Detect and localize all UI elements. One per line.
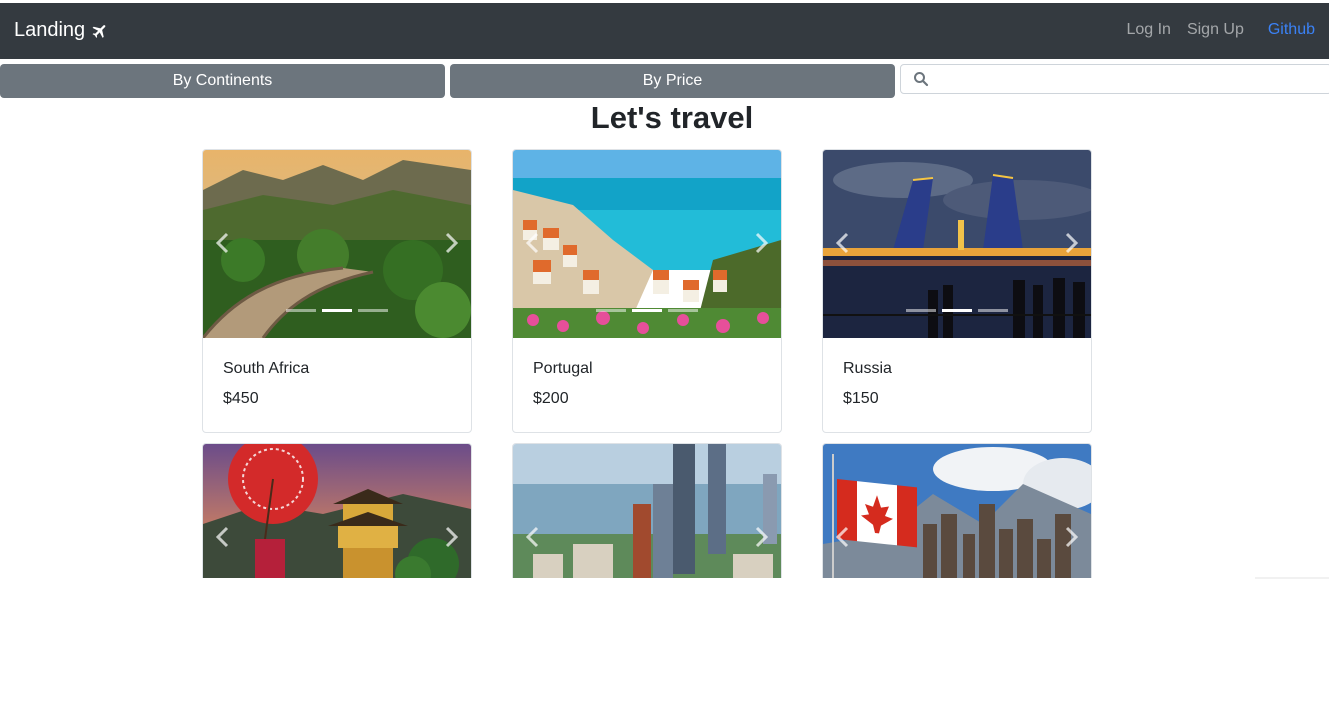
by-continents-button[interactable]: By Continents [0,64,445,98]
destination-card[interactable]: Portugal $200 [512,149,782,433]
carousel-indicator-active[interactable] [322,309,352,312]
carousel-prev-icon[interactable] [215,526,231,548]
card-body: Portugal $200 [533,360,593,408]
carousel-next-icon[interactable] [753,526,769,548]
carousel-prev-icon[interactable] [835,526,851,548]
divider [1255,577,1329,579]
carousel-indicator[interactable] [906,309,936,312]
carousel-indicators [286,309,388,312]
plane-icon [92,24,106,38]
navbar: Landing Log In Sign Up Github [0,3,1329,59]
carousel-prev-icon[interactable] [215,232,231,254]
carousel-indicator[interactable] [596,309,626,312]
card-body: Russia $150 [843,360,892,408]
login-link[interactable]: Log In [1126,21,1170,39]
carousel-indicators [596,309,698,312]
carousel-prev-icon[interactable] [835,232,851,254]
carousel-prev-icon[interactable] [525,526,541,548]
carousel-indicators [906,309,1008,312]
carousel-indicator-active[interactable] [942,309,972,312]
card-carousel [513,150,781,338]
carousel-next-icon[interactable] [753,232,769,254]
brand-link[interactable]: Landing [14,19,109,42]
destination-card[interactable]: Russia $150 [822,149,1092,433]
carousel-next-icon[interactable] [443,232,459,254]
card-price: $150 [843,390,879,407]
carousel-indicator[interactable] [668,309,698,312]
by-price-button[interactable]: By Price [450,64,895,98]
card-title: Portugal [533,360,593,377]
carousel-next-icon[interactable] [443,526,459,548]
carousel-indicator[interactable] [358,309,388,312]
carousel-prev-icon[interactable] [525,232,541,254]
card-carousel [203,150,471,338]
card-price: $450 [223,390,259,407]
brand-label: Landing [14,19,86,41]
card-carousel [823,150,1091,338]
viewport-cutoff [0,578,1329,727]
nav-links: Log In Sign Up Github [1126,21,1315,39]
card-price: $200 [533,390,569,407]
carousel-next-icon[interactable] [1063,526,1079,548]
carousel-indicator-active[interactable] [632,309,662,312]
card-body: South Africa $450 [223,360,309,408]
card-title: South Africa [223,360,310,377]
carousel-indicator[interactable] [978,309,1008,312]
card-title: Russia [843,360,892,377]
page-title: Let's travel [590,100,754,135]
search-icon [914,72,929,87]
destination-card[interactable]: South Africa $450 [202,149,472,433]
carousel-indicator[interactable] [286,309,316,312]
signup-link[interactable]: Sign Up [1187,21,1244,39]
carousel-next-icon[interactable] [1063,232,1079,254]
search-box [900,64,1329,94]
search-input[interactable] [937,66,1329,92]
github-link[interactable]: Github [1268,21,1315,39]
